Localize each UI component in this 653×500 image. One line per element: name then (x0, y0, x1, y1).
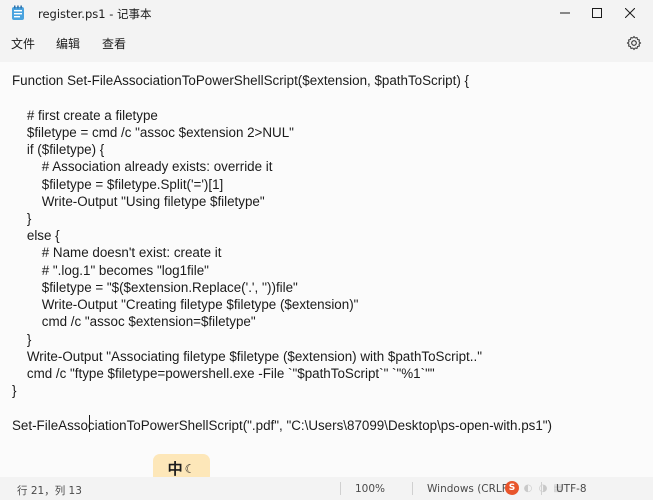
code-line: # first create a filetype (12, 108, 158, 123)
code-line: cmd /c "ftype $filetype=powershell.exe -… (12, 366, 435, 381)
minimize-icon (560, 12, 570, 14)
code-line: Set-FileAssociationToPowerShellScript(".… (12, 418, 552, 433)
menu-bar: 文件 编辑 查看 (0, 26, 653, 62)
code-line: # ".log.1" becomes "log1file" (12, 263, 209, 278)
line-ending: Windows (CRLF) (427, 483, 512, 495)
code-line: } (12, 211, 32, 226)
sogou-ime-icon[interactable]: S (505, 481, 519, 495)
code-line: Write-Output "Using filetype $filetype" (12, 194, 265, 209)
title-bar: register.ps1 - 记事本 (0, 0, 653, 26)
code-line: $filetype = $filetype.Split('=')[1] (12, 177, 224, 192)
ime-language-label: 中 (167, 460, 183, 478)
text-editor[interactable]: Function Set-FileAssociationToPowerShell… (0, 62, 653, 477)
status-divider (340, 482, 341, 495)
zoom-level: 100% (355, 483, 386, 495)
status-divider (541, 482, 542, 495)
code-line: $filetype = cmd /c "assoc $extension 2>N… (12, 125, 294, 140)
window-title: register.ps1 - 记事本 (38, 7, 152, 21)
close-button[interactable] (613, 0, 647, 26)
menu-view[interactable]: 查看 (102, 35, 126, 52)
maximize-button[interactable] (580, 0, 614, 26)
text-caret (89, 415, 90, 432)
code-line: if ($filetype) { (12, 142, 105, 157)
code-line: } (12, 383, 17, 398)
code-line: $filetype = "$($extension.Replace('.', '… (12, 280, 298, 295)
code-line: } (12, 332, 32, 347)
minimize-button[interactable] (548, 0, 582, 26)
code-line: # Name doesn't exist: create it (12, 245, 222, 260)
status-bar: 行 21，列 13 100% Windows (CRLF) S ◐ ◑ ▦ UT… (0, 477, 653, 500)
tray-icon[interactable]: ◑ (537, 482, 549, 494)
menu-file[interactable]: 文件 (11, 35, 35, 52)
maximize-icon (592, 8, 602, 18)
code-line: Write-Output "Associating filetype $file… (12, 349, 482, 364)
notepad-icon (12, 5, 24, 20)
encoding: UTF-8 (556, 483, 587, 495)
moon-icon: ☾ (184, 461, 196, 476)
close-icon (625, 8, 635, 18)
code-line: cmd /c "assoc $extension=$filetype" (12, 314, 256, 329)
cursor-position: 行 21，列 13 (17, 485, 82, 497)
code-line: # Association already exists: override i… (12, 159, 273, 174)
code-line: Write-Output "Creating filetype $filetyp… (12, 297, 359, 312)
gear-icon[interactable] (626, 35, 642, 51)
status-divider (412, 482, 413, 495)
code-line: Function Set-FileAssociationToPowerShell… (12, 73, 469, 88)
code-line: else { (12, 228, 60, 243)
tray-icon[interactable]: ◐ (522, 482, 534, 494)
menu-edit[interactable]: 编辑 (56, 35, 80, 52)
